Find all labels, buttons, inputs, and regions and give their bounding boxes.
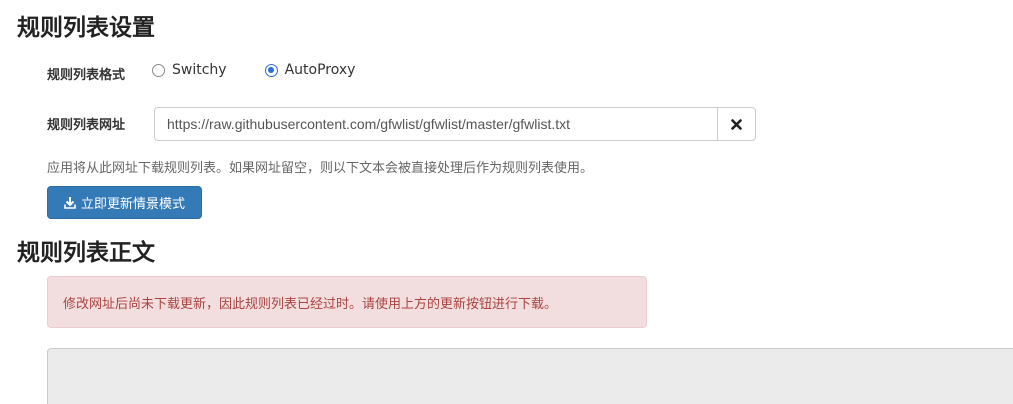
rule-list-url-label: 规则列表网址 xyxy=(47,118,126,133)
close-icon xyxy=(731,118,742,130)
switchy-radio[interactable] xyxy=(152,63,165,77)
format-option-autoproxy[interactable]: AutoProxy xyxy=(264,62,356,78)
autoproxy-radio[interactable] xyxy=(264,63,278,77)
rule-list-settings-title: 规则列表设置 xyxy=(17,15,155,41)
update-button-label: 立即更新情景模式 xyxy=(80,197,185,212)
format-option-switchy[interactable]: Switchy xyxy=(152,62,227,78)
rule-list-url-input[interactable] xyxy=(154,107,717,141)
update-profile-button[interactable]: 立即更新情景模式 xyxy=(47,186,202,219)
rule-list-help-text: 应用将从此网址下载规则列表。如果网址留空，则以下文本会被直接处理后作为规则列表使… xyxy=(47,161,594,176)
switchy-label: Switchy xyxy=(172,62,227,78)
outdated-alert-text: 修改网址后尚未下载更新，因此规则列表已经过时。请使用上方的更新按钮进行下载。 xyxy=(63,296,558,312)
outdated-alert: 修改网址后尚未下载更新，因此规则列表已经过时。请使用上方的更新按钮进行下载。 xyxy=(47,276,647,328)
clear-url-button[interactable] xyxy=(717,107,756,141)
rule-list-format-label: 规则列表格式 xyxy=(47,68,126,83)
rule-list-url-group xyxy=(154,107,756,141)
rule-list-text-title: 规则列表正文 xyxy=(17,240,155,266)
rule-list-format-radio-group: Switchy AutoProxy xyxy=(152,62,393,78)
rule-list-textarea[interactable] xyxy=(47,348,1013,404)
autoproxy-label: AutoProxy xyxy=(284,62,356,78)
download-icon xyxy=(64,196,76,209)
